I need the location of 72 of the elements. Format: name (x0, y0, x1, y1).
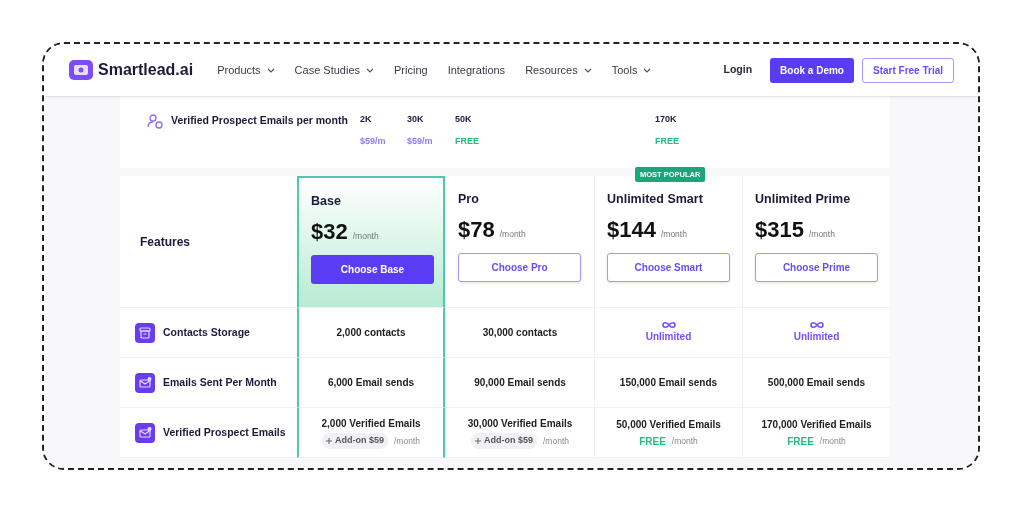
user-check-icon (147, 113, 163, 129)
mail-icon (135, 372, 155, 393)
feature-name: Verified Prospect Emails (163, 424, 286, 440)
cell-text: 90,000 Email sends (474, 376, 566, 390)
feature-name: Emails Sent Per Month (163, 374, 277, 390)
infinity-icon (661, 321, 676, 329)
price-text: $59/m (360, 134, 386, 148)
brand-name[interactable]: Smartlead.ai (98, 58, 194, 82)
plan-price: $315 (755, 218, 804, 241)
demo-button[interactable]: Book a Demo (770, 57, 854, 83)
login-link[interactable]: Login (713, 56, 763, 84)
nav-link[interactable]: Pricing (394, 61, 428, 79)
price-period: /month (808, 228, 835, 241)
chevron-down-icon (643, 67, 652, 73)
cell-text: 6,000 Email sends (327, 376, 415, 390)
price-text: FREE (655, 134, 679, 148)
plan-name: Unlimited Smart (607, 191, 704, 208)
nav-link[interactable]: Products (217, 61, 275, 79)
chevron-down-icon (266, 67, 275, 73)
addon-chip[interactable]: Add-on $59 (471, 433, 537, 449)
cell-text: 2,000 Verified Emails (321, 417, 421, 432)
cell-text: 50,000 Verified Emails (616, 417, 721, 432)
choose-plan-button[interactable]: Choose Prime (755, 252, 878, 282)
chevron-down-icon (366, 67, 374, 73)
plan-name: Base (311, 193, 342, 210)
unlimited-text: Unlimited (645, 330, 692, 344)
plus-icon (326, 438, 332, 444)
unlimited-text: Unlimited (793, 330, 840, 344)
price-period: /month (394, 434, 420, 448)
plan-price: $32 (311, 220, 348, 243)
free-label: FREE (787, 434, 814, 449)
nav-link[interactable]: Integrations (447, 61, 506, 79)
price-text: $59/m (407, 134, 433, 148)
cell-text: 150,000 Email sends (619, 376, 718, 390)
choose-plan-button[interactable]: Choose Smart (607, 252, 730, 282)
mail-icon (135, 422, 155, 443)
plan-price: $144 (607, 218, 656, 241)
nav-link[interactable]: Tools (611, 61, 652, 79)
plus-icon (475, 438, 481, 444)
price-period: /month (660, 228, 687, 241)
nav-link[interactable]: Resources (525, 61, 592, 79)
free-label: FREE (639, 434, 666, 449)
amount-text: 50K (455, 113, 472, 126)
feature-name: Contacts Storage (163, 324, 250, 340)
plan-price: $78 (458, 218, 495, 241)
cell-text: 30,000 contacts (482, 326, 558, 340)
trial-button[interactable]: Start Free Trial (861, 57, 954, 83)
price-period: /month (671, 434, 698, 448)
logo-icon (68, 58, 94, 82)
row-label: Verified Prospect Emails per month (171, 113, 349, 128)
cell-text: 500,000 Email sends (767, 376, 866, 390)
chevron-down-icon (583, 67, 592, 73)
features-heading: Features (140, 233, 191, 251)
price-period: /month (543, 434, 569, 448)
price-period: /month (499, 228, 526, 241)
nav-link[interactable]: Case Studies (294, 61, 374, 79)
amount-text: 30K (407, 113, 424, 126)
price-period: /month (352, 230, 379, 243)
amount-text: 170K (655, 113, 677, 126)
choose-plan-button[interactable]: Choose Pro (458, 252, 581, 282)
addon-chip[interactable]: Add-on $59 (322, 433, 388, 449)
infinity-icon (809, 321, 824, 329)
amount-text: 2K (360, 113, 372, 126)
cell-text: 170,000 Verified Emails (761, 417, 872, 432)
cell-text: 30,000 Verified Emails (467, 417, 573, 432)
plan-name: Pro (458, 191, 480, 208)
choose-plan-button[interactable]: Choose Base (311, 254, 434, 284)
price-text: FREE (455, 134, 479, 148)
plan-name: Unlimited Prime (755, 191, 852, 208)
archive-icon (135, 322, 155, 343)
price-period: /month (819, 434, 846, 448)
cell-text: 2,000 contacts (336, 326, 406, 340)
